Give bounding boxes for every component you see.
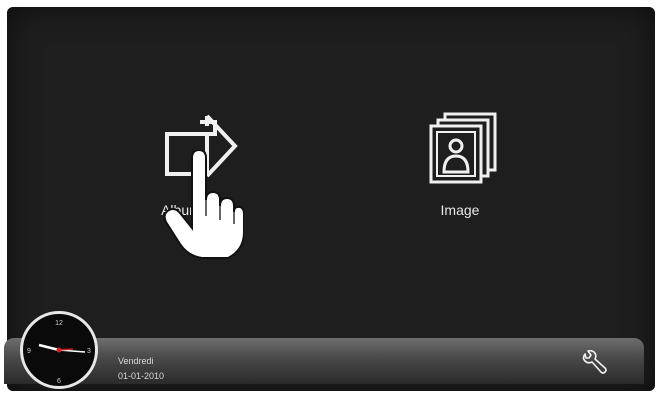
screen <box>7 7 655 391</box>
image-gallery-icon <box>429 112 497 184</box>
pointing-hand-icon <box>163 150 244 259</box>
image-label: Image <box>440 202 480 218</box>
date-label: 01-01-2010 <box>118 371 165 381</box>
clock-numeral-3: 3 <box>87 348 91 355</box>
date-block: Vendredi 01-01-2010 <box>118 354 164 384</box>
clock-numeral-9: 9 <box>27 348 31 355</box>
clock-hour-hand <box>38 343 60 352</box>
image-tile[interactable]: Image <box>405 112 515 218</box>
day-label: Vendredi <box>118 356 154 366</box>
clock-numeral-12: 12 <box>55 320 63 327</box>
status-bar <box>4 338 644 384</box>
analog-clock-icon: 12 3 6 9 <box>20 311 98 389</box>
clock-numeral-6: 6 <box>57 378 61 385</box>
wrench-icon[interactable] <box>580 350 608 378</box>
